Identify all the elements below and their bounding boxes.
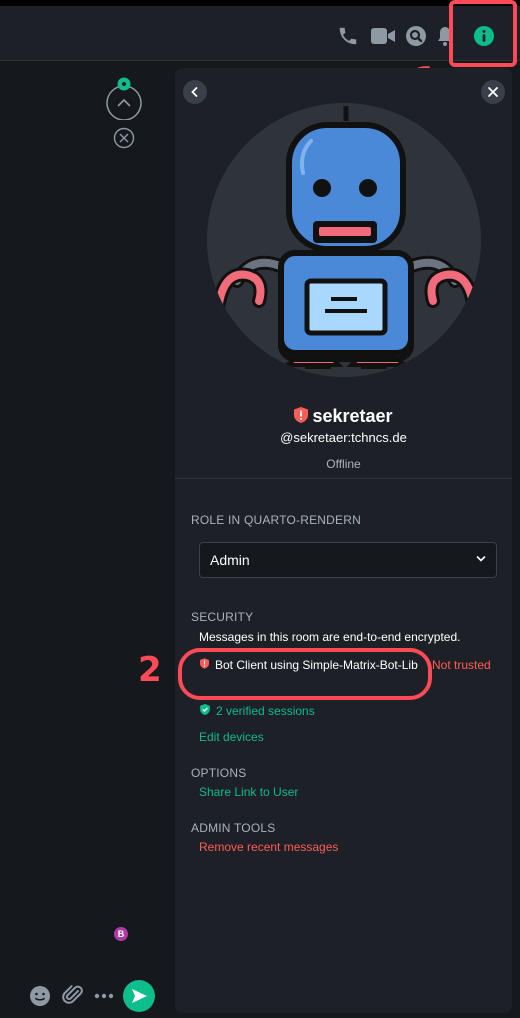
display-name: sekretaer [312, 406, 393, 426]
send-button[interactable] [123, 980, 155, 1012]
device-trust-status: Not trusted [432, 658, 491, 672]
share-link-button[interactable]: Share Link to User [199, 785, 298, 799]
security-heading: SECURITY [191, 610, 254, 624]
remove-recent-messages-button[interactable]: Remove recent messages [199, 840, 338, 854]
annotation-highlight-1 [449, 0, 517, 67]
verified-sessions-link: 2 verified sessions [216, 704, 315, 718]
close-icon [488, 87, 498, 97]
video-icon[interactable] [370, 25, 396, 47]
more-options-icon[interactable] [94, 993, 114, 999]
chevron-down-icon [476, 556, 486, 562]
presence-status: Offline [326, 457, 361, 471]
dismiss-unread-button[interactable] [113, 127, 135, 149]
user-avatar[interactable] [207, 103, 481, 377]
section-divider [175, 478, 512, 479]
close-panel-button[interactable] [481, 80, 505, 104]
emoji-icon[interactable] [29, 985, 51, 1007]
annotation-highlight-2 [178, 648, 432, 700]
read-receipt-avatar: B [114, 927, 128, 941]
role-value: Admin [210, 552, 250, 568]
robot-avatar-image [212, 106, 480, 369]
user-id: @sekretaer:tchncs.de [280, 430, 407, 445]
room-header [0, 6, 520, 61]
edit-devices-link[interactable]: Edit devices [199, 730, 264, 744]
chevron-left-icon [191, 87, 198, 97]
role-heading: ROLE IN QUARTO-RENDERN [191, 513, 361, 527]
back-button[interactable] [183, 80, 207, 104]
role-select[interactable]: Admin [199, 542, 497, 578]
shield-check-icon [200, 704, 210, 715]
admin-tools-heading: ADMIN TOOLS [191, 821, 276, 835]
options-heading: OPTIONS [191, 766, 247, 780]
jump-to-unread-button[interactable] [105, 76, 143, 120]
timeline-area: B [0, 61, 170, 1018]
annotation-number-2: 2 [138, 650, 162, 690]
encryption-notice: Messages in this room are end-to-end enc… [199, 630, 461, 644]
shield-warning-icon [294, 407, 309, 423]
search-icon[interactable] [405, 25, 427, 47]
attachment-icon[interactable] [62, 983, 84, 1007]
user-name-row: sekretaer [175, 406, 512, 427]
user-info-panel: sekretaer @sekretaer:tchncs.de Offline R… [175, 68, 512, 1013]
phone-icon[interactable] [337, 25, 359, 47]
